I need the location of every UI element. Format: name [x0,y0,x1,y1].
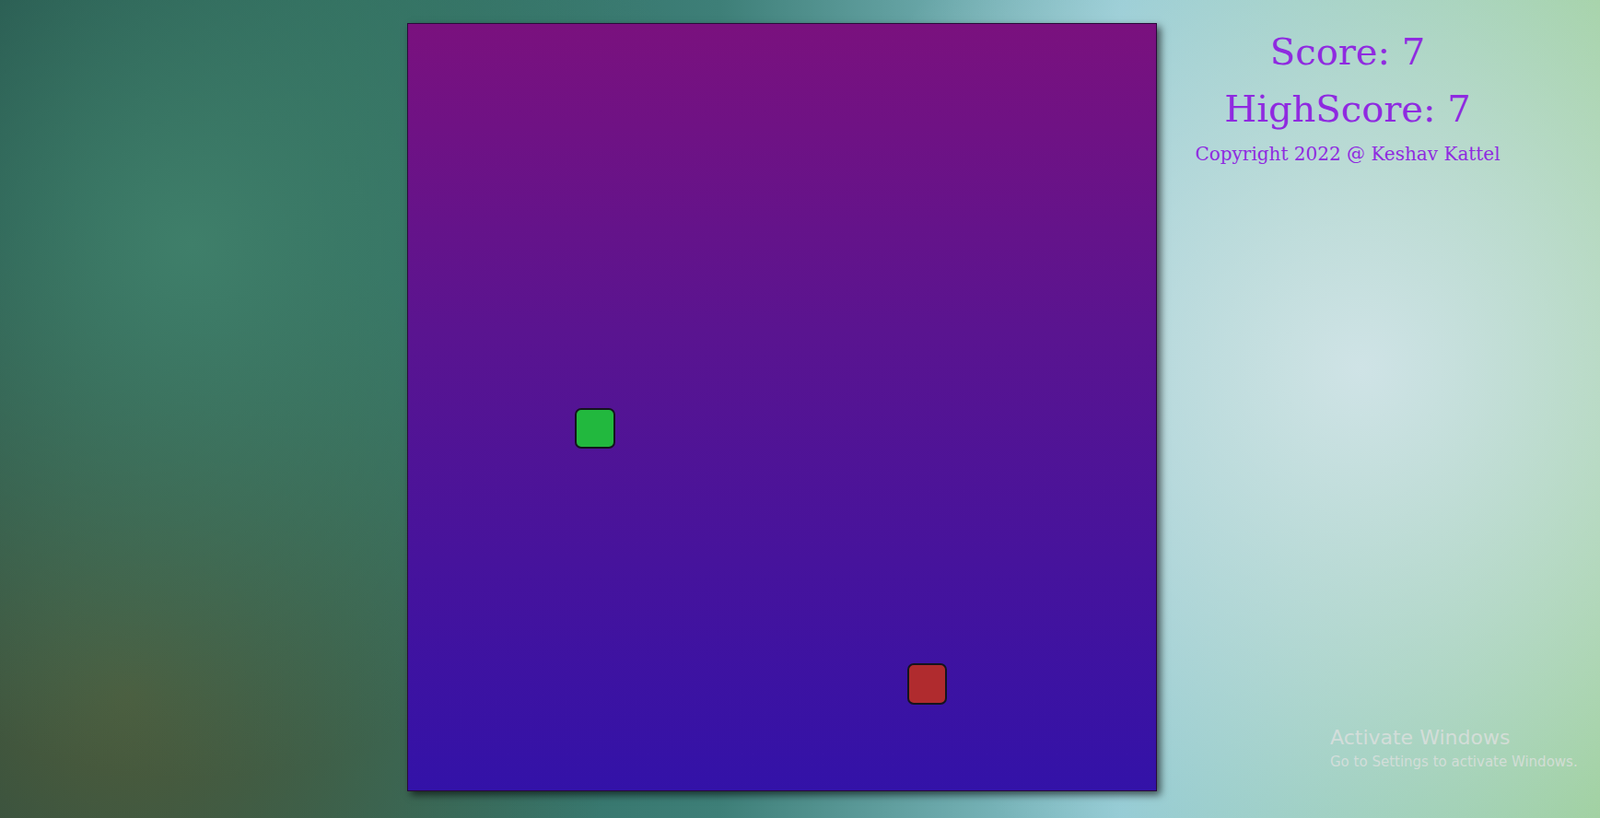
watermark-subtitle: Go to Settings to activate Windows. [1330,751,1578,772]
scoreboard: Score: 7 HighScore: 7 Copyright 2022 @ K… [1156,23,1539,165]
score: Score: 7 [1270,23,1425,81]
watermark-title: Activate Windows [1330,724,1578,752]
food [907,663,947,704]
snake-segment [574,408,615,449]
game-board[interactable] [407,23,1157,792]
copyright: Copyright 2022 @ Keshav Kattel [1194,142,1500,165]
windows-watermark: Activate Windows Go to Settings to activ… [1330,724,1578,772]
high-score: HighScore: 7 [1224,80,1471,138]
game-page: Score: 7 HighScore: 7 Copyright 2022 @ K… [0,0,1600,818]
